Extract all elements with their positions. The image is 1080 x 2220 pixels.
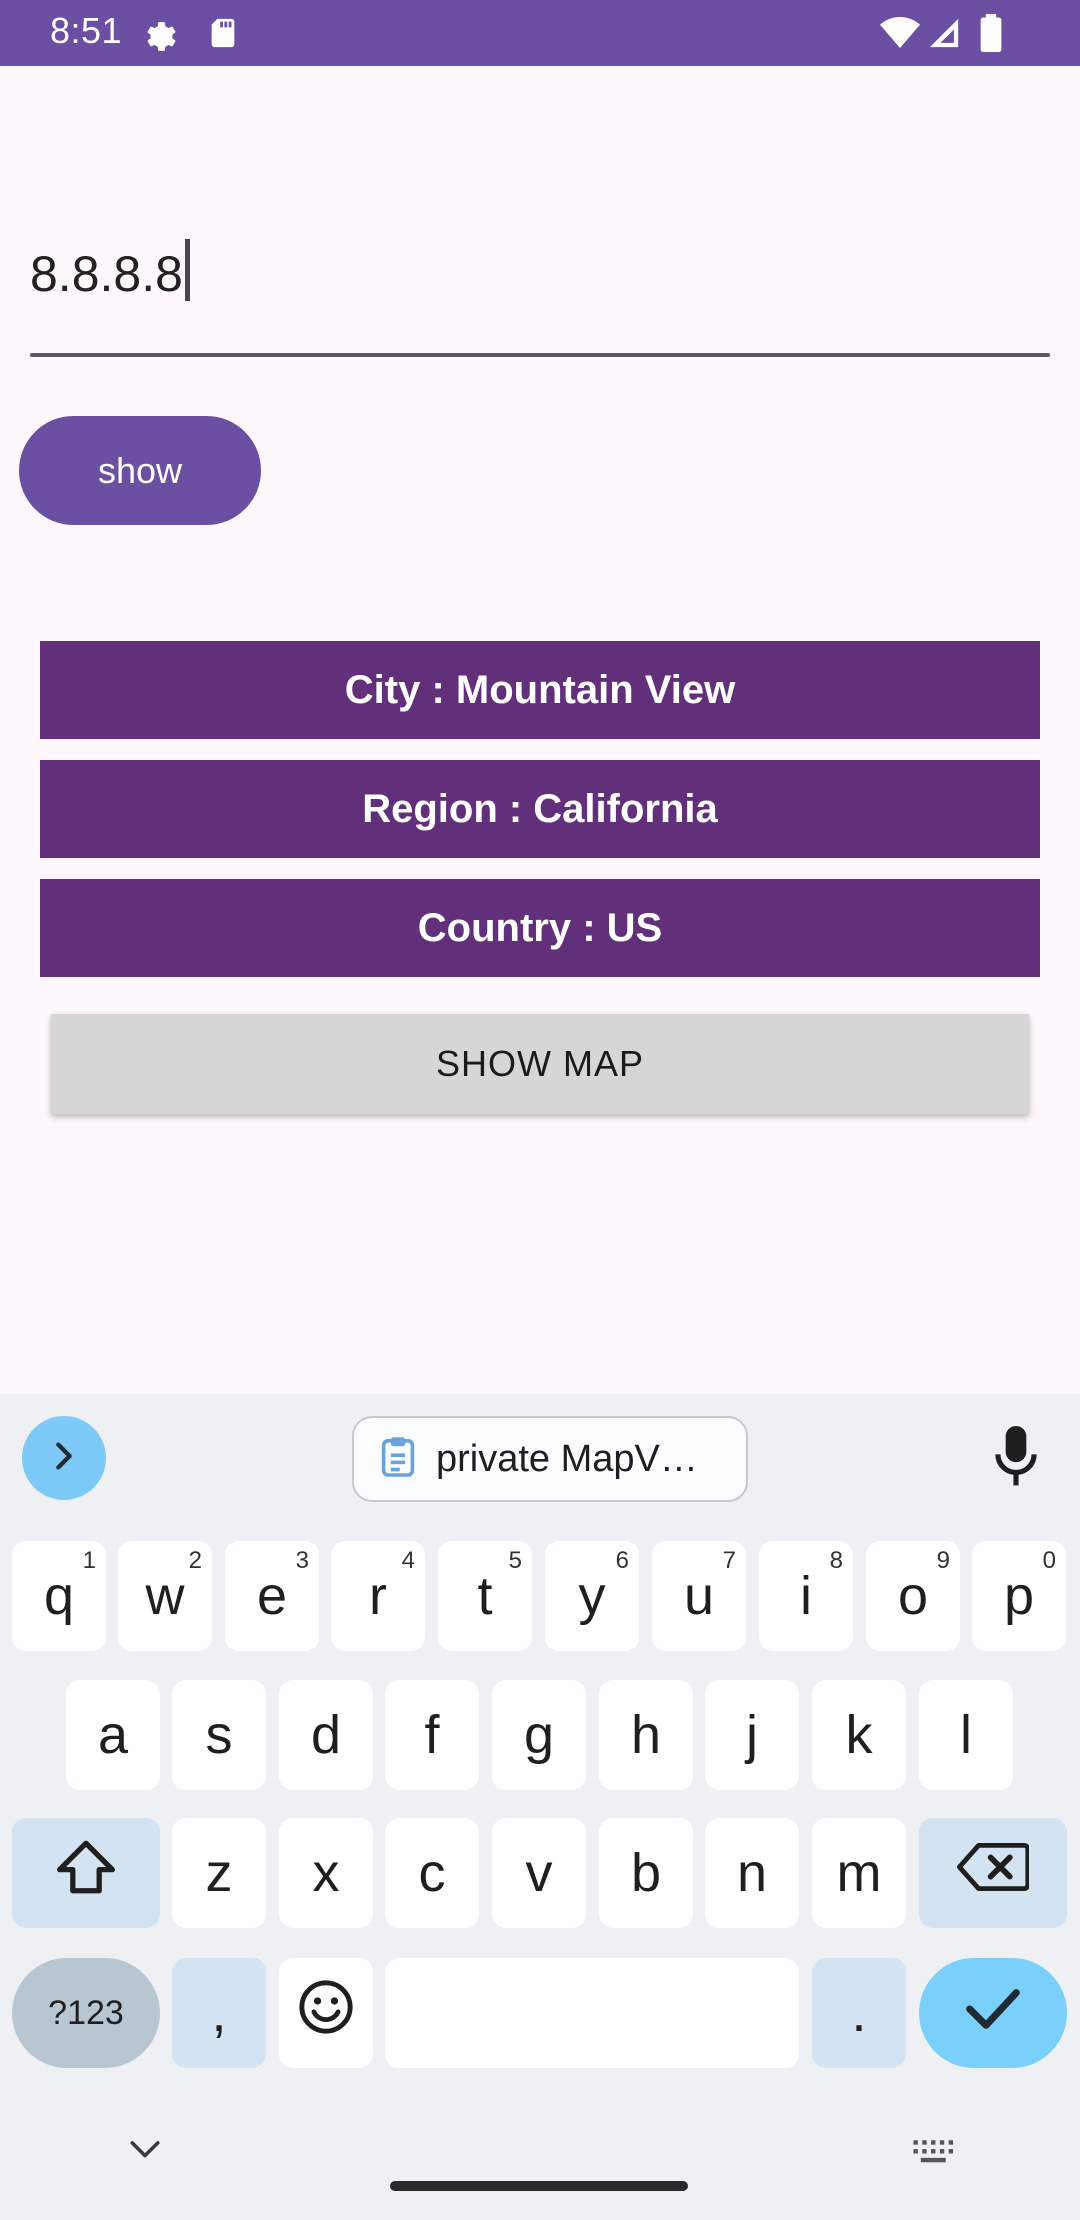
soft-keyboard: private MapV… bbox=[0, 1394, 1080, 2220]
key-q[interactable]: q1 bbox=[12, 1541, 106, 1651]
key-r[interactable]: r4 bbox=[331, 1541, 425, 1651]
shift-icon bbox=[53, 1838, 119, 1909]
key-label: i bbox=[800, 1566, 812, 1626]
key-f[interactable]: f bbox=[385, 1680, 479, 1790]
home-indicator[interactable] bbox=[390, 2181, 688, 2191]
key-o[interactable]: o9 bbox=[866, 1541, 960, 1651]
key-n[interactable]: n bbox=[705, 1818, 799, 1928]
status-time: 8:51 bbox=[50, 10, 123, 51]
backspace-key[interactable] bbox=[919, 1818, 1067, 1928]
key-hint: 3 bbox=[295, 1547, 309, 1574]
battery-icon bbox=[980, 14, 1002, 57]
space-key[interactable] bbox=[385, 1958, 799, 2068]
city-label: City : Mountain View bbox=[40, 641, 1040, 739]
key-i[interactable]: i8 bbox=[759, 1541, 853, 1651]
show-map-button[interactable]: SHOW MAP bbox=[51, 1014, 1029, 1114]
show-button[interactable]: show bbox=[19, 416, 261, 525]
key-hint: 8 bbox=[829, 1547, 843, 1574]
key-j[interactable]: j bbox=[705, 1680, 799, 1790]
settings-icon bbox=[140, 14, 180, 59]
region-label: Region : California bbox=[40, 760, 1040, 858]
clipboard-suggestion-text: private MapV… bbox=[436, 1437, 698, 1480]
key-hint: 2 bbox=[188, 1547, 202, 1574]
key-e[interactable]: e3 bbox=[225, 1541, 319, 1651]
key-hint: 7 bbox=[722, 1547, 736, 1574]
key-hint: 9 bbox=[936, 1547, 950, 1574]
checkmark-icon bbox=[965, 1982, 1021, 2044]
key-s[interactable]: s bbox=[172, 1680, 266, 1790]
sd-card-icon bbox=[206, 14, 240, 57]
text-caret bbox=[184, 239, 190, 301]
key-a[interactable]: a bbox=[66, 1680, 160, 1790]
key-label: u bbox=[683, 1566, 715, 1626]
keyboard-switch-icon[interactable] bbox=[912, 2138, 956, 2171]
clipboard-icon bbox=[380, 1435, 416, 1484]
key-label: e bbox=[256, 1566, 288, 1626]
key-p[interactable]: p0 bbox=[972, 1541, 1066, 1651]
backspace-icon bbox=[957, 1842, 1031, 1905]
key-hint: 6 bbox=[615, 1547, 629, 1574]
clipboard-suggestion-chip[interactable]: private MapV… bbox=[352, 1416, 748, 1502]
key-label: o bbox=[897, 1566, 929, 1626]
key-u[interactable]: u7 bbox=[652, 1541, 746, 1651]
key-c[interactable]: c bbox=[385, 1818, 479, 1928]
chevron-right-icon bbox=[47, 1439, 81, 1478]
key-label: p bbox=[1003, 1566, 1035, 1626]
ip-input[interactable]: 8.8.8.8 bbox=[30, 225, 1050, 357]
ip-input-value: 8.8.8.8 bbox=[30, 239, 190, 303]
key-t[interactable]: t5 bbox=[438, 1541, 532, 1651]
key-label: y bbox=[578, 1566, 606, 1626]
comma-key[interactable]: , bbox=[172, 1958, 266, 2068]
emoji-icon bbox=[297, 1978, 355, 2049]
key-label: q bbox=[43, 1566, 75, 1626]
wifi-icon bbox=[880, 16, 920, 55]
key-b[interactable]: b bbox=[599, 1818, 693, 1928]
country-label: Country : US bbox=[40, 879, 1040, 977]
status-bar: 8:51 bbox=[0, 0, 1080, 66]
symbols-key[interactable]: ?123 bbox=[12, 1958, 160, 2068]
key-hint: 5 bbox=[508, 1547, 522, 1574]
key-w[interactable]: w2 bbox=[118, 1541, 212, 1651]
ip-input-underline bbox=[30, 353, 1050, 357]
signal-icon bbox=[926, 16, 962, 55]
key-z[interactable]: z bbox=[172, 1818, 266, 1928]
keyboard-expand-button[interactable] bbox=[22, 1416, 106, 1500]
key-k[interactable]: k bbox=[812, 1680, 906, 1790]
emoji-key[interactable] bbox=[279, 1958, 373, 2068]
key-x[interactable]: x bbox=[279, 1818, 373, 1928]
key-label: t bbox=[477, 1566, 493, 1626]
key-label: r bbox=[369, 1566, 387, 1626]
shift-key[interactable] bbox=[12, 1818, 160, 1928]
microphone-icon[interactable] bbox=[994, 1426, 1038, 1493]
key-v[interactable]: v bbox=[492, 1818, 586, 1928]
key-g[interactable]: g bbox=[492, 1680, 586, 1790]
key-label: w bbox=[145, 1566, 185, 1626]
key-l[interactable]: l bbox=[919, 1680, 1013, 1790]
key-m[interactable]: m bbox=[812, 1818, 906, 1928]
key-h[interactable]: h bbox=[599, 1680, 693, 1790]
ip-input-text: 8.8.8.8 bbox=[30, 246, 183, 302]
hide-keyboard-chevron-icon[interactable] bbox=[128, 2138, 162, 2167]
done-key[interactable] bbox=[919, 1958, 1067, 2068]
period-key[interactable]: . bbox=[812, 1958, 906, 2068]
key-y[interactable]: y6 bbox=[545, 1541, 639, 1651]
key-hint: 1 bbox=[82, 1547, 96, 1574]
key-hint: 4 bbox=[401, 1547, 415, 1574]
key-d[interactable]: d bbox=[279, 1680, 373, 1790]
key-hint: 0 bbox=[1042, 1547, 1056, 1574]
